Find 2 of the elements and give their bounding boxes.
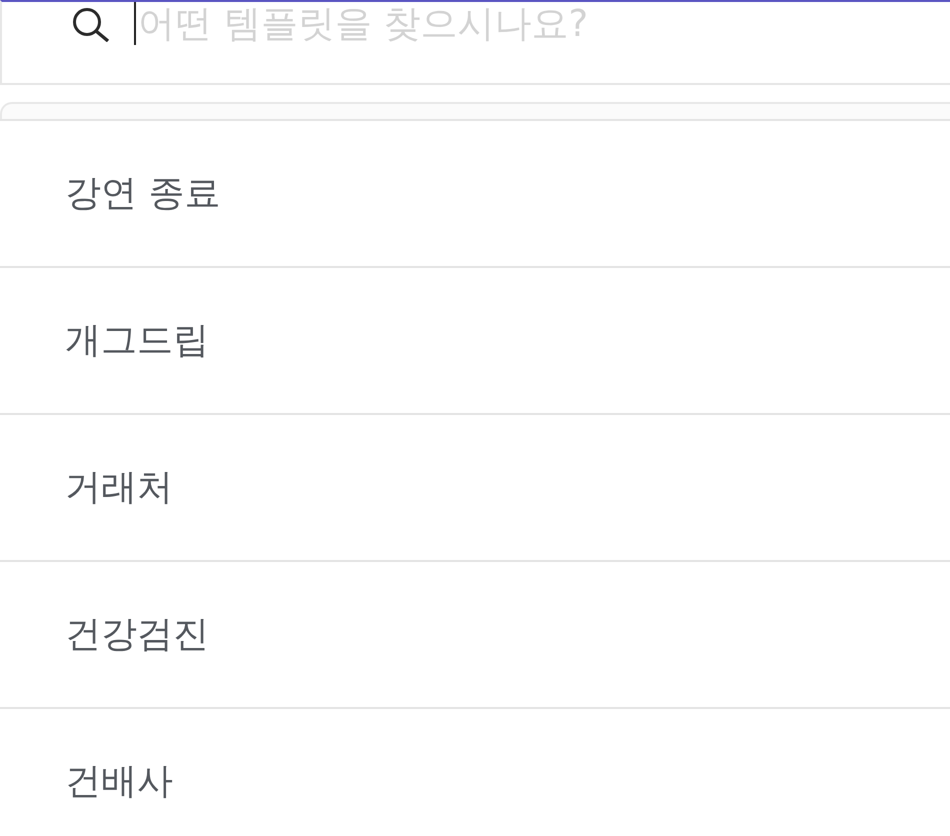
text-caret-icon [134,2,136,45]
search-icon [72,8,110,42]
